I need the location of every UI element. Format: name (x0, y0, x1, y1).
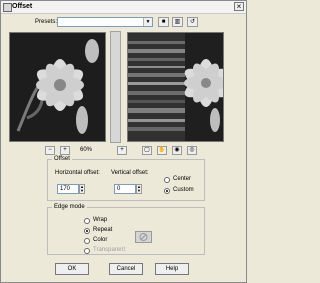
offset-legend: Offset (52, 156, 72, 163)
color-label: Color (93, 237, 108, 243)
custom-label: Custom (173, 187, 194, 193)
vertical-offset-field[interactable]: 0 (114, 184, 136, 194)
repeat-label: Repeat (93, 227, 113, 233)
window-title: Offset (12, 3, 33, 10)
horizontal-offset-stepper[interactable]: ▲ ▼ (79, 184, 85, 194)
help-button[interactable]: Help (155, 263, 189, 275)
view-button-2[interactable]: ✋ (157, 146, 167, 155)
cancel-button[interactable]: Cancel (109, 263, 143, 275)
chevron-down-icon[interactable]: ▼ (143, 18, 152, 26)
horizontal-offset-field[interactable]: 170 (57, 184, 79, 194)
app-icon (3, 3, 12, 12)
offset-lily-image (128, 33, 223, 141)
titlebar: Offset × (1, 1, 246, 14)
edge-color-swatch[interactable] (135, 231, 152, 243)
presets-dropdown[interactable]: ▼ (57, 17, 153, 27)
before-preview[interactable] (9, 32, 106, 142)
reset-arrow-icon: ↺ (189, 19, 196, 25)
ok-button[interactable]: OK (55, 263, 89, 275)
center-radio[interactable] (164, 177, 170, 183)
lily-image (10, 33, 105, 141)
wrap-label: Wrap (93, 217, 108, 223)
view-button-3[interactable]: ◉ (172, 146, 182, 155)
offset-dialog: Offset × Presets: ▼ ■ ▥ ↺ − + 60% + ▢ ✋ … (0, 0, 247, 283)
monitor-icon: ▢ (144, 147, 150, 153)
preview-splitter[interactable] (110, 31, 121, 143)
transparent-label: Transparent (93, 247, 126, 253)
floppy-icon: ■ (161, 19, 166, 25)
horizontal-offset-label: Horizontal offset: (55, 170, 100, 176)
after-preview[interactable] (127, 32, 224, 142)
eye-icon: ◉ (174, 147, 180, 153)
vertical-offset-label: Vertical offset: (111, 170, 149, 176)
no-color-icon (139, 233, 148, 241)
repeat-radio[interactable] (84, 228, 90, 234)
globe-icon: ◎ (189, 147, 195, 153)
zoom-level: 60% (80, 147, 93, 153)
edge-mode-group: Edge mode (47, 204, 205, 255)
vertical-offset-stepper[interactable]: ▲ ▼ (136, 184, 142, 194)
view-button-1[interactable]: ▢ (142, 146, 152, 155)
plus-icon: + (120, 147, 124, 153)
wrap-radio[interactable] (84, 218, 90, 224)
presets-label: Presets: (35, 19, 58, 25)
custom-radio[interactable] (164, 188, 170, 194)
close-button[interactable]: × (234, 2, 244, 11)
view-button-4[interactable]: ◎ (187, 146, 197, 155)
color-radio[interactable] (84, 238, 90, 244)
edge-mode-legend: Edge mode (52, 204, 87, 211)
zoom-in-button[interactable]: + (60, 146, 70, 155)
transparent-radio (84, 248, 90, 254)
center-label: Center (173, 176, 192, 182)
hand-icon: ✋ (158, 147, 166, 153)
zoom-out-button[interactable]: − (45, 146, 55, 155)
save-preset-button[interactable]: ■ (158, 17, 169, 27)
trash-icon: ▥ (174, 19, 181, 25)
reset-button[interactable]: ↺ (187, 17, 198, 27)
delete-preset-button[interactable]: ▥ (172, 17, 183, 27)
proof-button[interactable]: + (117, 146, 127, 155)
